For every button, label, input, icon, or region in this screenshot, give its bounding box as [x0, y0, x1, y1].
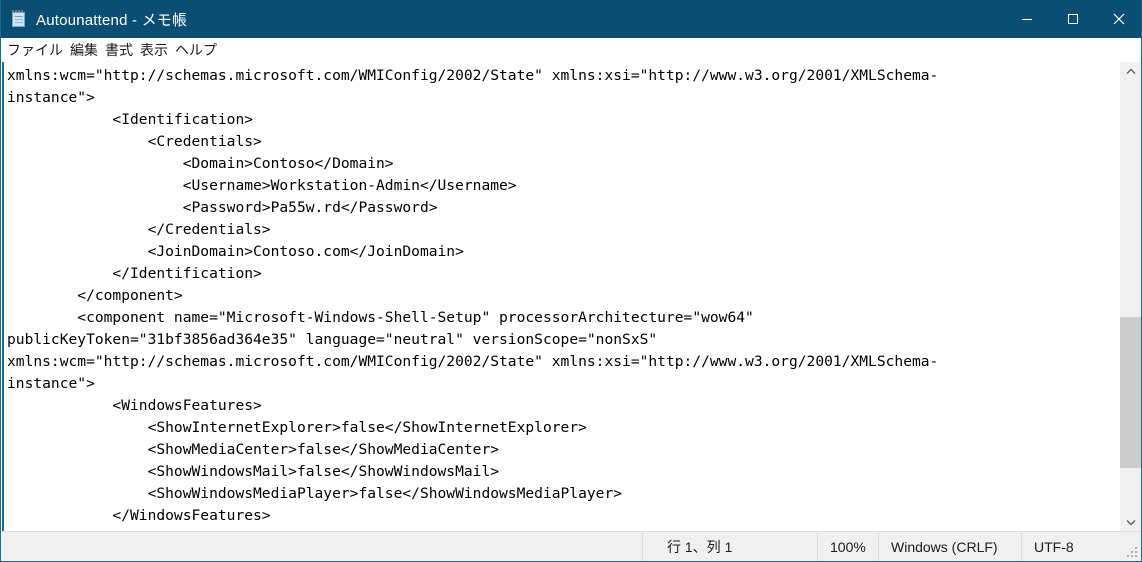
menu-item-format[interactable]: 書式: [102, 39, 137, 61]
vertical-scrollbar[interactable]: [1120, 62, 1141, 531]
resize-grip[interactable]: [1127, 547, 1139, 559]
chevron-down-icon: [1126, 519, 1135, 525]
window-title: Autounattend - メモ帳: [36, 11, 188, 29]
text-editor-area[interactable]: xmlns:wcm="http://schemas.microsoft.com/…: [2, 62, 1119, 531]
status-zoom-level[interactable]: 100%: [818, 532, 878, 562]
menu-item-view[interactable]: 表示: [137, 39, 172, 61]
title-bar[interactable]: Autounattend - メモ帳: [0, 0, 1142, 38]
menu-item-file[interactable]: ファイル: [4, 39, 67, 61]
minimize-button[interactable]: [1004, 0, 1050, 38]
status-line-ending[interactable]: Windows (CRLF): [879, 532, 1021, 562]
scroll-down-button[interactable]: [1120, 513, 1141, 531]
status-bar: 行 1、列 1 100% Windows (CRLF) UTF-8: [0, 531, 1142, 562]
menu-item-help[interactable]: ヘルプ: [172, 39, 221, 61]
menu-bar: ファイル 編集 書式 表示 ヘルプ: [0, 38, 1142, 62]
maximize-icon: [1068, 14, 1078, 24]
close-button[interactable]: [1096, 0, 1142, 38]
status-cursor-position: 行 1、列 1: [667, 539, 733, 555]
scroll-up-button[interactable]: [1120, 62, 1141, 80]
status-encoding[interactable]: UTF-8: [1022, 532, 1142, 562]
menu-item-edit[interactable]: 編集: [67, 39, 102, 61]
scrollbar-thumb[interactable]: [1120, 317, 1141, 468]
editor-text[interactable]: xmlns:wcm="http://schemas.microsoft.com/…: [7, 65, 938, 531]
maximize-button[interactable]: [1050, 0, 1096, 38]
chevron-up-icon: [1126, 68, 1135, 74]
notepad-window: Autounattend - メモ帳 ファイル 編集 書式 表示 ヘルプ xml…: [0, 0, 1142, 562]
notepad-icon: [11, 10, 27, 28]
minimize-icon: [1022, 19, 1032, 20]
close-icon: [1113, 13, 1125, 25]
window-controls: [1004, 0, 1142, 38]
